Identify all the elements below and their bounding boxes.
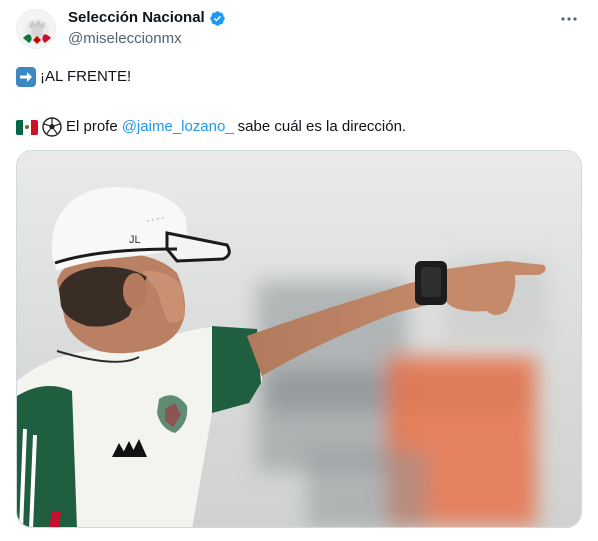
- author-name-row: Selección Nacional: [68, 9, 226, 27]
- author-avatar[interactable]: [16, 9, 56, 49]
- tweet-text-before-mention: El profe: [66, 118, 118, 135]
- tweet-text-line-1: ¡AL FRENTE!: [16, 67, 131, 87]
- author-handle[interactable]: @miseleccionmx: [68, 30, 182, 48]
- more-options-icon[interactable]: [558, 9, 580, 29]
- author-display-name[interactable]: Selección Nacional: [68, 9, 205, 27]
- right-arrow-emoji-icon: [16, 67, 36, 87]
- tweet-photo[interactable]: JL: [16, 150, 582, 528]
- coach-pointing-photo: JL: [17, 151, 581, 527]
- mexico-flag-emoji-icon: [16, 119, 38, 135]
- mexico-national-team-crest-icon: [17, 10, 55, 48]
- tweet-text-after-mention: sabe cuál es la dirección.: [237, 118, 407, 135]
- soccer-ball-emoji-icon: [42, 117, 62, 137]
- cap-initials: JL: [129, 234, 141, 246]
- tweet-text-line-2: El profe @jaime_lozano_ sabe cuál es la …: [16, 117, 406, 137]
- verified-badge-icon[interactable]: [209, 10, 226, 27]
- mention-link[interactable]: @jaime_lozano_: [122, 117, 234, 137]
- tweet-headline: ¡AL FRENTE!: [40, 68, 132, 85]
